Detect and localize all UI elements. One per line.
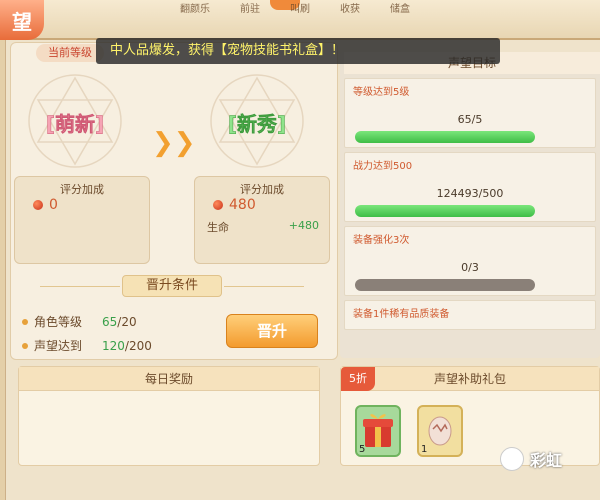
goal-item: 战力达到500 124493/500 bbox=[344, 152, 596, 222]
role-level-current: 65 bbox=[102, 314, 118, 329]
fame-current: 120 bbox=[102, 338, 125, 353]
next-rank: [新秀] bbox=[227, 112, 287, 137]
next-rank-emblem: [新秀] bbox=[202, 66, 312, 176]
current-rank: [萌新] bbox=[45, 112, 105, 137]
hp-plus: +480 bbox=[288, 219, 319, 232]
upgrade-button[interactable]: 晋升 bbox=[226, 314, 318, 348]
current-bonus-value: 0 bbox=[49, 197, 58, 213]
current-bonus-box: 评分加成 0 bbox=[14, 176, 150, 264]
goal-progress bbox=[355, 205, 535, 217]
goal-value: 65/5 bbox=[457, 113, 483, 126]
top-tab-4[interactable]: 收获 bbox=[340, 0, 360, 15]
next-bonus-box: 评分加成 480 生命 +480 bbox=[194, 176, 330, 264]
gift-item-count: 5 bbox=[359, 444, 366, 455]
top-tab-2[interactable]: 前驻 bbox=[240, 0, 260, 15]
goal-label: 等级达到5级 bbox=[353, 87, 410, 98]
divider bbox=[40, 286, 120, 287]
fame-required: /200 bbox=[124, 338, 152, 353]
goal-label: 战力达到500 bbox=[353, 161, 413, 172]
goal-progress bbox=[355, 279, 535, 291]
watermark-text: 彩虹 bbox=[530, 451, 563, 470]
watermark: 彩虹 bbox=[500, 444, 600, 474]
role-level-label: 角色等级 bbox=[34, 315, 83, 329]
conditions-header: 晋升条件 bbox=[122, 275, 222, 297]
wechat-logo-icon bbox=[500, 447, 524, 471]
left-strip bbox=[0, 40, 6, 500]
goal-label: 装备强化3次 bbox=[353, 235, 410, 246]
bonus-title: 评分加成 bbox=[60, 183, 104, 196]
bullet-icon bbox=[22, 342, 28, 349]
top-tabs: 翻颜乐 前驻 叫刷 收获 储盒 bbox=[180, 0, 600, 15]
top-tab-5[interactable]: 储盒 bbox=[390, 0, 410, 15]
hp-label: 生命 bbox=[207, 221, 229, 234]
goal-progress-fill bbox=[355, 205, 535, 217]
goal-progress bbox=[355, 131, 535, 143]
top-tab-1[interactable]: 翻颜乐 bbox=[180, 0, 210, 15]
goal-item: 装备1件稀有品质装备 bbox=[344, 300, 596, 330]
notification-banner: 中人品爆发，获得【宠物技能书礼盒】！ bbox=[96, 38, 500, 64]
gift-item-slot[interactable]: 5 bbox=[355, 405, 401, 457]
gift-item-count: 1 bbox=[421, 444, 428, 455]
goal-value: 124493/500 bbox=[436, 187, 504, 200]
goal-value: 0/3 bbox=[461, 261, 479, 274]
role-level-row: 角色等级 65/20 bbox=[22, 313, 137, 330]
gift-package-title: 声望补助礼包 bbox=[341, 367, 599, 391]
bonus-value: 480 bbox=[213, 197, 256, 213]
discount-badge: 5折 bbox=[341, 367, 375, 391]
goal-item: 装备强化3次 0/3 bbox=[344, 226, 596, 296]
goal-label: 装备1件稀有品质装备 bbox=[353, 309, 450, 320]
bonus-value: 0 bbox=[33, 197, 58, 213]
next-bonus-value: 480 bbox=[229, 197, 256, 213]
fame-label: 声望达到 bbox=[34, 339, 83, 353]
fame-row: 声望达到 120/200 bbox=[22, 337, 152, 354]
arrow-right-icon: ❯❯ bbox=[152, 128, 196, 158]
gift-item-slot[interactable]: 1 bbox=[417, 405, 463, 457]
top-tab-3[interactable]: 叫刷 bbox=[290, 0, 310, 15]
divider bbox=[224, 286, 304, 287]
daily-reward-title: 每日奖励 bbox=[19, 367, 319, 391]
score-icon bbox=[213, 200, 223, 210]
bullet-icon bbox=[22, 318, 28, 325]
top-bar: 望 翻颜乐 前驻 叫刷 收获 储盒 bbox=[0, 0, 600, 40]
page-title-badge: 望 bbox=[0, 0, 44, 40]
daily-reward-panel: 每日奖励 bbox=[18, 366, 320, 466]
role-level-required: /20 bbox=[117, 314, 137, 329]
goal-item: 等级达到5级 65/5 bbox=[344, 78, 596, 148]
hp-row: 生命 +480 bbox=[207, 219, 319, 235]
score-icon bbox=[33, 200, 43, 210]
current-rank-label: 当前等级 bbox=[36, 44, 104, 62]
goal-progress-fill bbox=[355, 131, 535, 143]
page-title: 望 bbox=[12, 9, 32, 34]
bonus-title: 评分加成 bbox=[240, 183, 284, 196]
current-rank-emblem: [萌新] bbox=[20, 66, 130, 176]
